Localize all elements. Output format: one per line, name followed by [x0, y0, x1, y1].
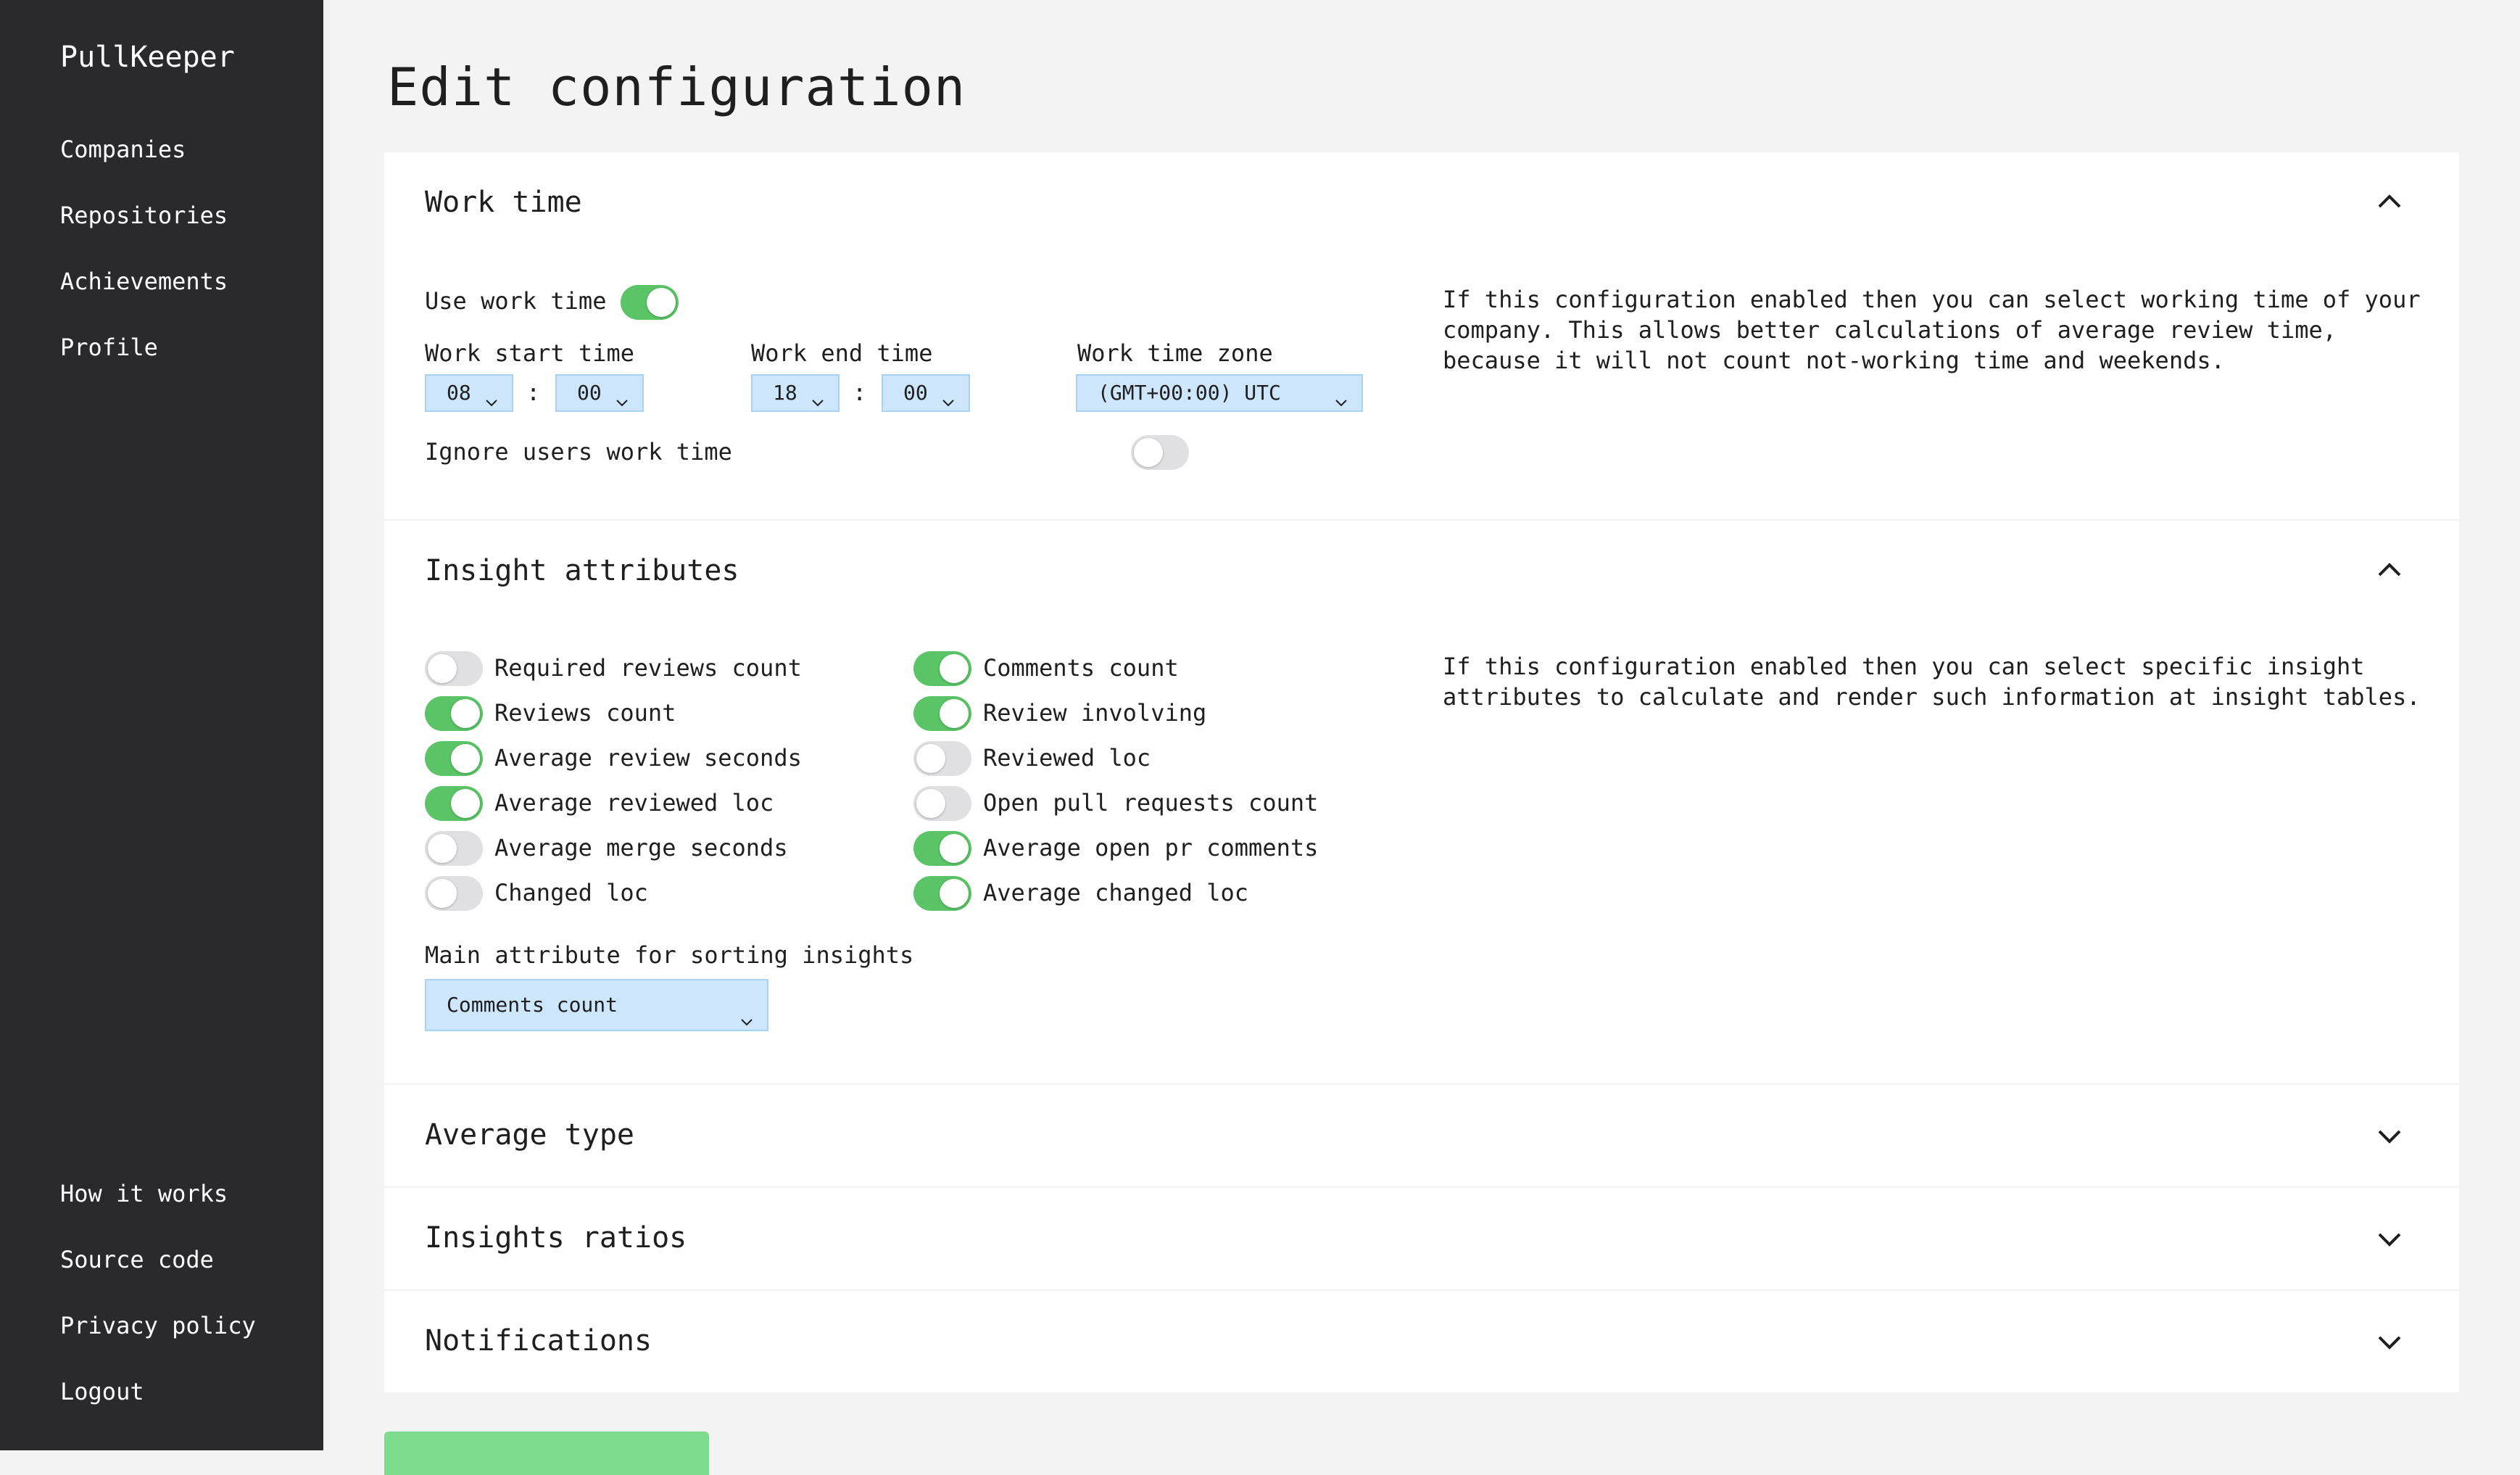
time-separator: : — [853, 379, 867, 406]
sidebar-nav-top: Companies Repositories Achievements Prof… — [60, 135, 228, 399]
average-review-seconds-label: Average review seconds — [494, 744, 802, 772]
chevron-down-icon[interactable] — [2375, 1327, 2404, 1356]
reviewed-loc-label: Reviewed loc — [983, 744, 1151, 772]
work-time-description: If this configuration enabled then you c… — [1443, 286, 2421, 374]
average-review-seconds-toggle[interactable] — [425, 741, 483, 776]
sidebar: PullKeeper Companies Repositories Achiev… — [0, 0, 323, 1450]
comments-count-toggle[interactable] — [913, 651, 971, 686]
sort-attribute-select[interactable]: Comments count — [425, 979, 768, 1031]
sidebar-item-how-it-works[interactable]: How it works — [60, 1179, 256, 1245]
notifications-panel: Notifications — [384, 1291, 2459, 1392]
average-merge-seconds-label: Average merge seconds — [494, 834, 788, 862]
toggle-knob — [451, 699, 480, 728]
end-hour-value: 18 — [773, 381, 797, 405]
reviews-count-label: Reviews count — [494, 699, 676, 727]
average-reviewed-loc-label: Average reviewed loc — [494, 789, 774, 817]
end-minute-select[interactable]: 00 — [882, 374, 970, 412]
chevron-down-icon[interactable] — [2375, 1121, 2404, 1150]
sidebar-item-privacy-policy[interactable]: Privacy policy — [60, 1311, 256, 1377]
insight-attributes-description: If this configuration enabled then you c… — [1443, 653, 2421, 711]
sidebar-item-source-code[interactable]: Source code — [60, 1245, 256, 1311]
average-open-pr-comments-toggle[interactable] — [913, 831, 971, 866]
time-separator: : — [526, 379, 541, 406]
sidebar-item-companies[interactable]: Companies — [60, 135, 228, 201]
sidebar-item-logout[interactable]: Logout — [60, 1377, 256, 1443]
toggle-knob — [451, 744, 480, 773]
required-reviews-count-label: Required reviews count — [494, 654, 802, 682]
chevron-down-icon — [941, 386, 956, 407]
toggle-knob — [428, 879, 457, 908]
chevron-down-icon — [1334, 386, 1348, 407]
toggle-knob — [451, 789, 480, 818]
work-end-label: Work end time — [751, 339, 933, 367]
toggle-knob — [940, 699, 969, 728]
save-button[interactable] — [384, 1431, 709, 1475]
page-title: Edit configuration — [387, 57, 966, 117]
toggle-knob — [916, 789, 945, 818]
average-merge-seconds-toggle[interactable] — [425, 831, 483, 866]
ignore-users-work-time-label: Ignore users work time — [425, 438, 732, 466]
work-zone-label: Work time zone — [1077, 339, 1273, 367]
start-hour-select[interactable]: 08 — [425, 374, 513, 412]
start-minute-select[interactable]: 00 — [555, 374, 644, 412]
reviews-count-toggle[interactable] — [425, 696, 483, 731]
sidebar-item-achievements[interactable]: Achievements — [60, 267, 228, 333]
average-type-panel: Average type — [384, 1085, 2459, 1186]
review-involving-label: Review involving — [983, 699, 1207, 727]
chevron-down-icon — [811, 386, 825, 407]
sidebar-nav-bottom: How it works Source code Privacy policy … — [60, 1179, 256, 1443]
toggle-knob — [647, 288, 676, 317]
insights-ratios-panel: Insights ratios — [384, 1188, 2459, 1289]
average-changed-loc-label: Average changed loc — [983, 879, 1249, 906]
insight-attributes-header[interactable]: Insight attributes — [425, 554, 739, 587]
chevron-down-icon[interactable] — [2375, 1224, 2404, 1253]
average-type-header[interactable]: Average type — [425, 1118, 634, 1152]
review-involving-toggle[interactable] — [913, 696, 971, 731]
notifications-header[interactable]: Notifications — [425, 1324, 652, 1358]
toggle-knob — [940, 834, 969, 863]
toggle-knob — [940, 654, 969, 683]
insights-ratios-header[interactable]: Insights ratios — [425, 1221, 687, 1255]
open-pull-requests-count-toggle[interactable] — [913, 786, 971, 821]
app-logo[interactable]: PullKeeper — [60, 41, 235, 74]
chevron-up-icon[interactable] — [2375, 555, 2404, 584]
changed-loc-label: Changed loc — [494, 879, 648, 906]
required-reviews-count-toggle[interactable] — [425, 651, 483, 686]
start-hour-value: 08 — [447, 381, 471, 405]
sort-attribute-value: Comments count — [447, 993, 618, 1017]
work-time-zone-select[interactable]: (GMT+00:00) UTC — [1076, 374, 1363, 412]
changed-loc-toggle[interactable] — [425, 876, 483, 911]
use-work-time-toggle[interactable] — [621, 285, 679, 320]
end-hour-select[interactable]: 18 — [751, 374, 840, 412]
toggle-knob — [428, 834, 457, 863]
comments-count-label: Comments count — [983, 654, 1179, 682]
open-pull-requests-count-label: Open pull requests count — [983, 789, 1319, 817]
toggle-knob — [916, 744, 945, 773]
average-changed-loc-toggle[interactable] — [913, 876, 971, 911]
end-minute-value: 00 — [903, 381, 928, 405]
average-open-pr-comments-label: Average open pr comments — [983, 834, 1319, 862]
sort-attribute-label: Main attribute for sorting insights — [425, 941, 914, 969]
time-zone-value: (GMT+00:00) UTC — [1098, 381, 1281, 405]
reviewed-loc-toggle[interactable] — [913, 741, 971, 776]
use-work-time-label: Use work time — [425, 287, 607, 315]
work-time-panel: Work time Use work time Work start time … — [384, 152, 2459, 519]
chevron-down-icon — [739, 998, 754, 1026]
work-start-label: Work start time — [425, 339, 634, 367]
ignore-users-work-time-toggle[interactable] — [1131, 435, 1189, 470]
sidebar-item-profile[interactable]: Profile — [60, 333, 228, 399]
chevron-down-icon — [615, 386, 629, 407]
sidebar-item-repositories[interactable]: Repositories — [60, 201, 228, 267]
average-reviewed-loc-toggle[interactable] — [425, 786, 483, 821]
start-minute-value: 00 — [577, 381, 602, 405]
insight-attributes-panel: Insight attributes Required reviews coun… — [384, 521, 2459, 1083]
chevron-up-icon[interactable] — [2375, 187, 2404, 216]
toggle-knob — [428, 654, 457, 683]
toggle-knob — [1134, 438, 1163, 467]
work-time-header[interactable]: Work time — [425, 186, 582, 219]
chevron-down-icon — [484, 386, 499, 407]
toggle-knob — [940, 879, 969, 908]
